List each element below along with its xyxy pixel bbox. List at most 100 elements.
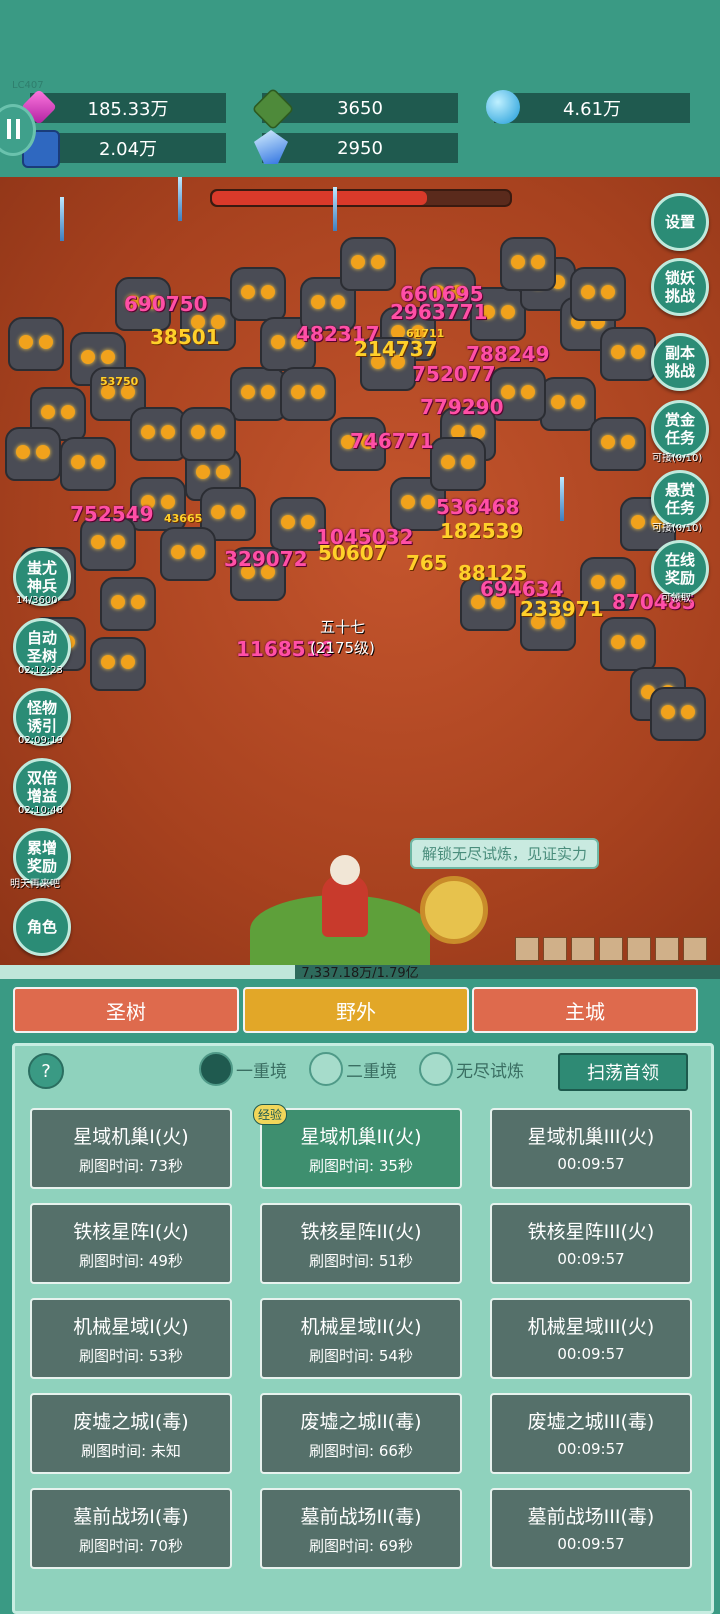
stage-card[interactable]: 机械星域III(火) 00:09:57 bbox=[490, 1298, 692, 1379]
stage-title: 星域机巢II(火) bbox=[300, 1126, 422, 1148]
damage-number: 765 bbox=[406, 551, 448, 575]
battle-scene: 690750 38501 660695 482317 788249 214737 75207… bbox=[0, 177, 720, 965]
robot-enemy bbox=[8, 317, 64, 371]
stage-card[interactable]: 铁核星阵I(火) 刷图时间: 49秒 bbox=[30, 1203, 232, 1284]
skill-slot[interactable] bbox=[683, 937, 707, 961]
robot-enemy bbox=[600, 617, 656, 671]
realm-radio-endless[interactable] bbox=[419, 1052, 453, 1086]
realm-label-2[interactable]: 二重境 bbox=[346, 1057, 397, 1082]
stage-card[interactable]: 星域机巢I(火) 刷图时间: 73秒 bbox=[30, 1108, 232, 1189]
resource-gems[interactable]: 185.33万 bbox=[20, 88, 226, 126]
character-button[interactable]: 角色 bbox=[13, 898, 71, 956]
double-boost-timer: 02:10:48 bbox=[18, 805, 63, 816]
robot-enemy bbox=[650, 687, 706, 741]
sweep-boss-button[interactable]: 扫荡首领 bbox=[558, 1053, 688, 1091]
stage-title: 机械星域III(火) bbox=[527, 1316, 655, 1338]
resource-value: 3650 bbox=[337, 97, 383, 119]
sunflower-pet bbox=[420, 876, 488, 944]
skill-slot[interactable] bbox=[571, 937, 595, 961]
realm-radio-2[interactable] bbox=[309, 1052, 343, 1086]
tab-main-city[interactable]: 主城 bbox=[472, 987, 698, 1033]
stage-time: 刷图时间: 53秒 bbox=[79, 1347, 183, 1365]
stage-time: 刷图时间: 未知 bbox=[81, 1442, 181, 1460]
realm-label-1[interactable]: 一重境 bbox=[236, 1057, 287, 1082]
stage-title: 机械星域II(火) bbox=[300, 1316, 422, 1338]
damage-number: 2963771 bbox=[390, 300, 488, 324]
damage-number: 752077 bbox=[412, 362, 496, 386]
realm-radio-1[interactable] bbox=[199, 1052, 233, 1086]
damage-number: 690750 bbox=[124, 292, 208, 316]
stage-card[interactable]: 废墟之城II(毒) 刷图时间: 66秒 bbox=[260, 1393, 462, 1474]
stage-time: 00:09:57 bbox=[557, 1345, 625, 1363]
resource-blue-shard[interactable]: 2950 bbox=[254, 130, 458, 164]
stage-card[interactable]: 铁核星阵II(火) 刷图时间: 51秒 bbox=[260, 1203, 462, 1284]
robot-enemy bbox=[570, 267, 626, 321]
unlock-hint-bubble[interactable]: 解锁无尽试炼，见证实力 bbox=[410, 838, 600, 869]
skill-slot[interactable] bbox=[515, 937, 539, 961]
stage-title: 墓前战场III(毒) bbox=[527, 1506, 655, 1528]
stage-title: 废墟之城II(毒) bbox=[300, 1411, 422, 1433]
stage-time: 刷图时间: 73秒 bbox=[79, 1157, 183, 1175]
robot-enemy bbox=[590, 417, 646, 471]
damage-number: 214737 bbox=[354, 337, 438, 361]
stage-card[interactable]: 铁核星阵III(火) 00:09:57 bbox=[490, 1203, 692, 1284]
sword-projectile bbox=[333, 187, 337, 231]
hero-name: 五十七 bbox=[319, 618, 365, 636]
resource-value: 2.04万 bbox=[98, 139, 158, 160]
button-label: 副本挑战 bbox=[664, 344, 695, 380]
robot-enemy bbox=[100, 577, 156, 631]
boss-hp-bar bbox=[210, 189, 512, 207]
stage-card[interactable]: 墓前战场II(毒) 刷图时间: 69秒 bbox=[260, 1488, 462, 1569]
button-label: 双倍增益 bbox=[26, 769, 57, 805]
damage-number: 50607 bbox=[318, 541, 388, 565]
stage-title: 墓前战场II(毒) bbox=[300, 1506, 422, 1528]
tab-wilderness[interactable]: 野外 bbox=[243, 987, 469, 1033]
xp-text: 7,337.18万/1.79亿 bbox=[301, 966, 419, 981]
hero-nameplate: 五十七 (2175级) bbox=[310, 616, 375, 658]
button-label: 设置 bbox=[664, 213, 695, 231]
stage-title: 铁核星阵III(火) bbox=[527, 1221, 655, 1243]
dungeon-challenge-button[interactable]: 副本挑战 bbox=[651, 333, 709, 391]
button-label: 自动圣树 bbox=[26, 629, 57, 665]
button-label: 在线奖励 bbox=[664, 551, 695, 587]
tab-holy-tree[interactable]: 圣树 bbox=[13, 987, 239, 1033]
stage-card[interactable]: 墓前战场I(毒) 刷图时间: 70秒 bbox=[30, 1488, 232, 1569]
robot-enemy bbox=[600, 327, 656, 381]
stage-time: 刷图时间: 54秒 bbox=[309, 1347, 413, 1365]
exp-badge: 经验 bbox=[253, 1104, 288, 1125]
realm-label-endless[interactable]: 无尽试炼 bbox=[456, 1057, 524, 1082]
robot-enemy bbox=[90, 637, 146, 691]
chiyou-weapon-progress: 14/3600 bbox=[16, 595, 58, 606]
demon-lock-challenge-button[interactable]: 锁妖挑战 bbox=[651, 258, 709, 316]
tab-label: 圣树 bbox=[106, 999, 146, 1024]
resource-value: 4.61万 bbox=[562, 99, 622, 120]
hero-head bbox=[330, 855, 360, 885]
settings-button[interactable]: 设置 bbox=[651, 193, 709, 251]
stage-card[interactable]: 废墟之城I(毒) 刷图时间: 未知 bbox=[30, 1393, 232, 1474]
skill-slot[interactable] bbox=[627, 937, 651, 961]
stage-card[interactable]: 机械星域I(火) 刷图时间: 53秒 bbox=[30, 1298, 232, 1379]
damage-number: 329072 bbox=[224, 547, 308, 571]
stage-card[interactable]: 墓前战场III(毒) 00:09:57 bbox=[490, 1488, 692, 1569]
button-label: 角色 bbox=[26, 918, 57, 936]
stage-time: 00:09:57 bbox=[557, 1250, 625, 1268]
button-label: 锁妖挑战 bbox=[664, 269, 695, 305]
robot-enemy bbox=[430, 437, 486, 491]
resource-blue-orb[interactable]: 4.61万 bbox=[486, 90, 690, 124]
stage-time: 刷图时间: 49秒 bbox=[79, 1252, 183, 1270]
stage-card[interactable]: 星域机巢II(火) 刷图时间: 35秒 bbox=[260, 1108, 462, 1189]
help-button[interactable]: ? bbox=[28, 1053, 64, 1089]
boss-hp-fill bbox=[212, 191, 427, 205]
damage-number: 38501 bbox=[150, 325, 220, 349]
stage-card[interactable]: 机械星域II(火) 刷图时间: 54秒 bbox=[260, 1298, 462, 1379]
resource-value: 185.33万 bbox=[87, 99, 169, 120]
tab-label: 野外 bbox=[336, 999, 376, 1024]
stage-card[interactable]: 废墟之城III(毒) 00:09:57 bbox=[490, 1393, 692, 1474]
stage-title: 铁核星阵I(火) bbox=[73, 1221, 189, 1243]
stage-card[interactable]: 星域机巢III(火) 00:09:57 bbox=[490, 1108, 692, 1189]
skill-slot[interactable] bbox=[599, 937, 623, 961]
resource-green-crystal[interactable]: 3650 bbox=[251, 87, 458, 131]
skill-slot[interactable] bbox=[655, 937, 679, 961]
resource-book[interactable]: 2.04万 bbox=[22, 130, 226, 168]
skill-slot[interactable] bbox=[543, 937, 567, 961]
